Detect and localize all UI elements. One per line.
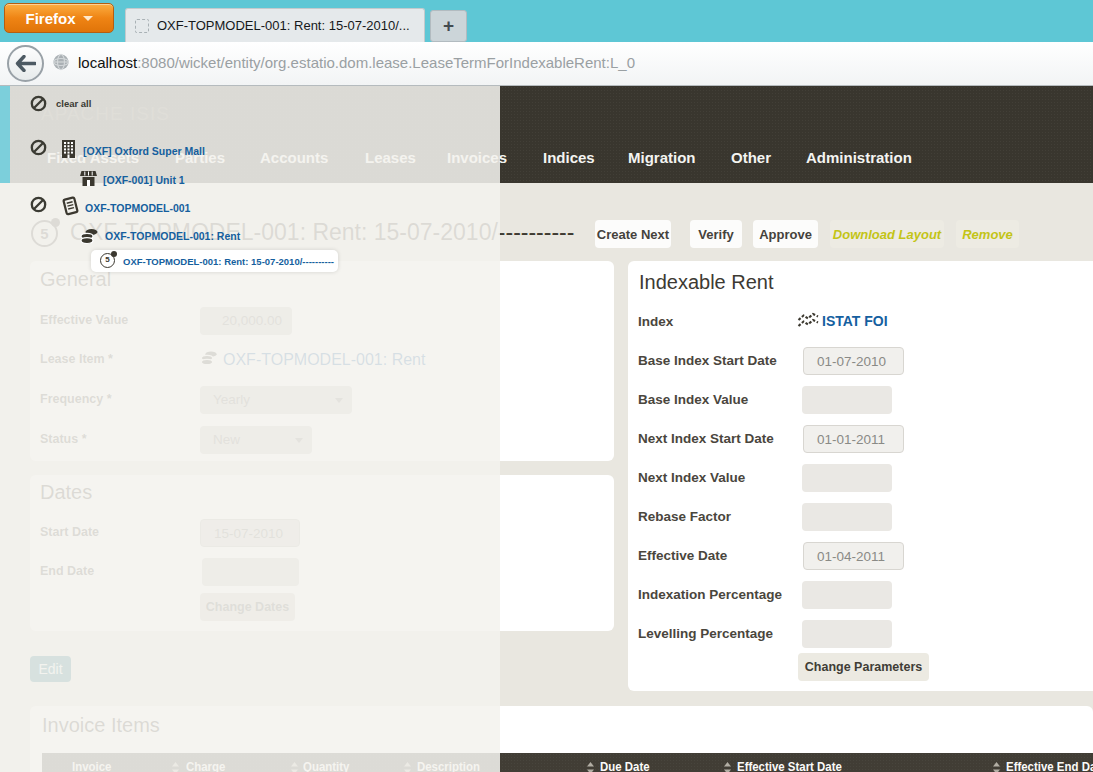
create-next-button[interactable]: Create Next xyxy=(595,220,671,248)
index-label: Index xyxy=(638,314,673,329)
text-value xyxy=(802,503,892,509)
term-icon: 5 xyxy=(100,253,115,268)
nav-migration[interactable]: Migration xyxy=(628,149,696,166)
next-index-start-date-input[interactable]: 01-01-2011 xyxy=(803,425,904,453)
verify-button[interactable]: Verify xyxy=(690,220,742,248)
crumb-lease-link[interactable]: OXF-TOPMODEL-001 xyxy=(85,202,190,214)
levelling-percentage-input[interactable] xyxy=(802,620,892,648)
text-value: localhost xyxy=(78,54,137,71)
globe-icon xyxy=(52,53,70,71)
browser-toolbar: localhost:8080/wicket/entity/org.estatio… xyxy=(0,42,1093,86)
text-value xyxy=(802,581,892,587)
next-index-start-date-label: Next Index Start Date xyxy=(638,431,774,446)
download-layout-button[interactable]: Download Layout xyxy=(830,220,944,248)
shop-icon xyxy=(80,170,97,187)
crumb-unit-link[interactable]: [OXF-001] Unit 1 xyxy=(103,174,185,186)
col-due-date[interactable]: Due Date xyxy=(600,759,650,772)
sort-icon[interactable] xyxy=(723,761,732,772)
index-link[interactable]: ISTAT FOI xyxy=(822,313,888,329)
chevron-down-icon xyxy=(83,16,93,21)
effective-date-input[interactable]: 01-04-2011 xyxy=(803,542,904,570)
rebase-factor-input[interactable] xyxy=(802,503,892,531)
indexation-percentage-label: Indexation Percentage xyxy=(638,587,782,602)
text-value: 01-01-2011 xyxy=(804,426,903,447)
chart-icon xyxy=(797,311,820,329)
nav-administration[interactable]: Administration xyxy=(806,149,912,166)
rebase-factor-label: Rebase Factor xyxy=(638,509,731,524)
favicon-placeholder-icon xyxy=(135,19,149,33)
next-index-value-input[interactable] xyxy=(802,464,892,492)
text-value xyxy=(802,386,892,392)
text-value: 5 xyxy=(105,255,109,264)
remove-button[interactable]: Remove xyxy=(956,220,1019,248)
building-icon xyxy=(61,140,76,158)
teal-edge-strip xyxy=(0,86,10,183)
modal-dim-overlay xyxy=(0,86,500,772)
tab-title: OXF-TOPMODEL-001: Rent: 15-07-2010/... xyxy=(157,18,410,33)
base-index-start-date-label: Base Index Start Date xyxy=(638,353,777,368)
change-parameters-button[interactable]: Change Parameters xyxy=(798,653,929,681)
approve-button[interactable]: Approve xyxy=(753,220,818,248)
text-value xyxy=(802,464,892,470)
coins-icon xyxy=(79,227,99,245)
crumb-property-link[interactable]: [OXF] Oxford Super Mall xyxy=(83,145,205,157)
text-value xyxy=(802,620,892,626)
text-value: 01-04-2011 xyxy=(804,543,903,564)
remove-crumb-icon[interactable] xyxy=(30,196,47,213)
lease-icon xyxy=(60,196,81,217)
nav-indices[interactable]: Indices xyxy=(543,149,595,166)
browser-titlebar: Firefox OXF-TOPMODEL-001: Rent: 15-07-20… xyxy=(0,0,1093,42)
new-tab-button[interactable]: + xyxy=(430,10,467,42)
base-index-start-date-input[interactable]: 01-07-2010 xyxy=(803,347,904,375)
indexable-rent-heading: Indexable Rent xyxy=(639,271,774,294)
browser-tab[interactable]: OXF-TOPMODEL-001: Rent: 15-07-2010/... xyxy=(125,8,425,42)
base-index-value-input[interactable] xyxy=(802,386,892,414)
back-button[interactable] xyxy=(7,45,44,82)
text-value: :8080/wicket/entity/org.estatio.dom.leas… xyxy=(137,54,635,71)
text-value: Firefox xyxy=(25,10,75,27)
url-bar[interactable]: localhost:8080/wicket/entity/org.estatio… xyxy=(78,54,635,71)
text-value: 01-07-2010 xyxy=(804,348,903,369)
clear-all-icon[interactable] xyxy=(30,95,47,112)
col-effective-end-date[interactable]: Effective End Date xyxy=(1006,759,1093,772)
sort-icon[interactable] xyxy=(992,761,1001,772)
col-effective-start-date[interactable]: Effective Start Date xyxy=(737,759,842,772)
back-arrow-icon xyxy=(15,55,36,72)
base-index-value-label: Base Index Value xyxy=(638,392,748,407)
firefox-menu-button[interactable]: Firefox xyxy=(4,3,114,33)
levelling-percentage-label: Levelling Percentage xyxy=(638,626,773,641)
remove-crumb-icon[interactable] xyxy=(30,139,47,156)
crumb-lease-item-link[interactable]: OXF-TOPMODEL-001: Rent xyxy=(105,230,240,242)
indexation-percentage-input[interactable] xyxy=(802,581,892,609)
sort-icon[interactable] xyxy=(586,761,595,772)
effective-date-label: Effective Date xyxy=(638,548,727,563)
next-index-value-label: Next Index Value xyxy=(638,470,745,485)
nav-other[interactable]: Other xyxy=(731,149,771,166)
crumb-lease-term-link[interactable]: OXF-TOPMODEL-001: Rent: 15-07-2010/-----… xyxy=(123,256,334,267)
clear-all-label[interactable]: clear all xyxy=(56,98,91,109)
